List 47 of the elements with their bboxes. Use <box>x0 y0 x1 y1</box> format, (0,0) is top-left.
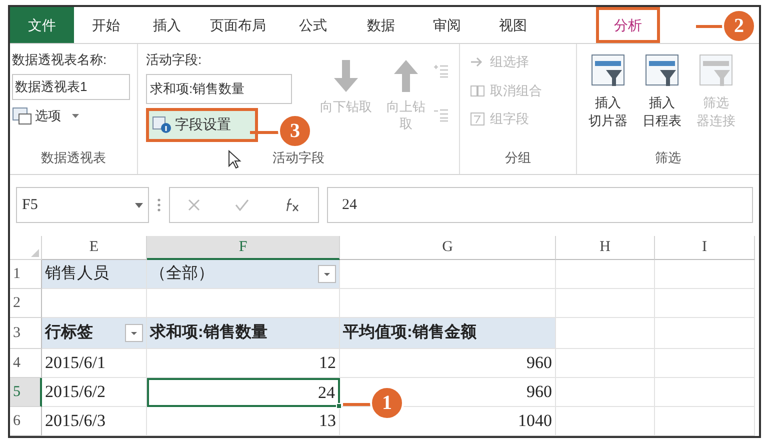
row-header[interactable]: 5 <box>10 378 42 407</box>
options-button[interactable]: 选项 <box>12 104 137 128</box>
ribbon-tab[interactable]: 审阅 <box>416 7 478 44</box>
pivot-name-field[interactable]: 数据透视表1 <box>12 74 130 100</box>
table-cell: 平均值项:销售金额 <box>340 318 556 349</box>
table-cell: 行标签 <box>42 318 147 349</box>
ribbon-tab[interactable]: 数据 <box>346 7 416 44</box>
row-header[interactable]: 2 <box>10 289 42 318</box>
file-tab[interactable]: 文件 <box>10 7 74 44</box>
group-label: 数据透视表 <box>41 149 106 168</box>
group-label: 活动字段 <box>272 149 324 168</box>
table-cell: 24 <box>147 378 340 407</box>
step-number: 1 <box>370 386 404 420</box>
group-label: 分组 <box>505 149 531 168</box>
field-settings-button[interactable]: 字段设置 <box>146 108 258 142</box>
column-header[interactable]: G <box>340 236 556 260</box>
formula-value: 24 <box>342 196 357 216</box>
column-header[interactable]: F <box>147 236 340 260</box>
ribbon-tab[interactable]: 分析 <box>596 7 660 44</box>
ribbon-tab[interactable]: 页面布局 <box>196 7 280 44</box>
step-number: 2 <box>722 9 756 43</box>
cell-reference: F5 <box>22 196 38 216</box>
table-cell: （全部） <box>147 260 340 289</box>
row-header[interactable]: 6 <box>10 407 42 436</box>
column-header[interactable]: H <box>556 236 655 260</box>
table-cell: 2015/6/1 <box>42 349 147 378</box>
active-field[interactable]: 求和项:销售数量 <box>146 74 292 104</box>
field-label: 活动字段: <box>146 51 203 70</box>
column-header[interactable]: I <box>655 236 755 260</box>
table-cell: 13 <box>147 407 340 436</box>
ribbon-tab[interactable]: 开始 <box>74 7 138 44</box>
step-number: 3 <box>278 114 312 148</box>
field-label: 数据透视表名称: <box>12 51 108 70</box>
ribbon-tab[interactable]: 公式 <box>280 7 346 44</box>
table-cell: 2015/6/2 <box>42 378 147 407</box>
table-cell: 12 <box>147 349 340 378</box>
table-cell: 960 <box>340 349 556 378</box>
table-cell: 2015/6/3 <box>42 407 147 436</box>
formula-field[interactable]: 24 <box>327 187 753 224</box>
filter-command[interactable]: 插入 日程表 <box>637 52 687 148</box>
name-box[interactable]: F5 <box>16 187 149 224</box>
filter-command[interactable]: 插入 切片器 <box>583 52 633 148</box>
group-label: 筛选 <box>655 149 681 168</box>
ribbon-tab[interactable]: 视图 <box>478 7 548 44</box>
table-cell: 求和项:销售数量 <box>147 318 340 349</box>
table-cell: 销售人员 <box>42 260 147 289</box>
ribbon-tab[interactable]: 插入 <box>138 7 196 44</box>
